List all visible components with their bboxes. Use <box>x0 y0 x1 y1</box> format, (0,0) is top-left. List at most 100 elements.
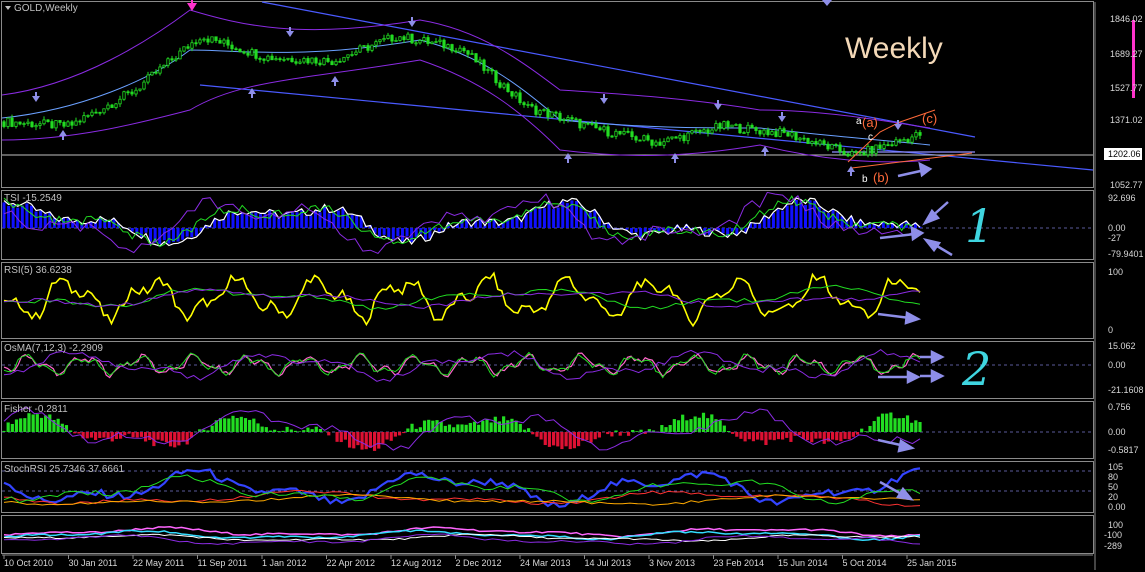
fisher-histogram-bar <box>805 432 810 441</box>
tsi-histogram-bar <box>39 210 43 228</box>
tsi-histogram-bar <box>735 228 739 235</box>
candle-body <box>878 144 882 149</box>
fisher-histogram-bar <box>522 429 527 432</box>
fisher-histogram-bar <box>664 427 668 432</box>
fisher-histogram-bar <box>905 415 910 432</box>
candle-body <box>354 51 358 55</box>
candle-body <box>10 117 14 127</box>
candle-body <box>566 117 570 120</box>
candle-body <box>202 38 206 41</box>
fisher-histogram-bar <box>127 432 131 434</box>
candle-body <box>422 37 426 41</box>
fisher-histogram-bar <box>676 420 681 432</box>
fisher-histogram-bar <box>855 432 860 435</box>
fisher-histogram-bar <box>606 432 610 435</box>
fisher-histogram-bar <box>635 431 639 432</box>
fisher-histogram-bar <box>185 432 189 445</box>
candle-body <box>262 58 266 61</box>
fisher-histogram-bar <box>464 424 468 432</box>
candle-body <box>478 59 482 63</box>
fisher-histogram-bar <box>23 418 27 432</box>
fisher-histogram-bar <box>94 432 98 440</box>
price-label-2: 1689.27 <box>1110 49 1143 59</box>
fisher-histogram-bar <box>31 414 35 432</box>
fisher-histogram-bar <box>27 413 31 432</box>
candle-body <box>502 83 506 88</box>
candle-body <box>210 36 214 43</box>
fisher-histogram-bar <box>514 420 518 432</box>
fisher-histogram-bar <box>593 432 597 440</box>
fisher-histogram-bar <box>298 431 302 432</box>
candle-body <box>294 61 298 64</box>
candle-body <box>902 139 906 142</box>
tsi-histogram-bar <box>341 208 345 228</box>
candle-body <box>642 135 646 141</box>
candle-body <box>550 111 554 118</box>
trading-chart[interactable]: 1846.02 1689.27 1527.77 1371.02 1202.06 … <box>0 0 1145 572</box>
fisher-histogram-bar <box>35 414 39 432</box>
candle-body <box>454 50 458 53</box>
fisher-histogram-bar <box>560 432 564 450</box>
tsi-label-top: 92.696 <box>1108 193 1136 203</box>
fisher-histogram-bar <box>410 423 414 432</box>
tsi-histogram-bar <box>295 212 299 228</box>
candle-body <box>714 123 718 131</box>
candle-body <box>90 111 94 116</box>
candle-body <box>186 46 190 49</box>
tsi-histogram-bar <box>799 201 803 228</box>
fisher-histogram-bar <box>751 432 756 442</box>
candle-body <box>458 47 462 53</box>
candle-body <box>126 91 130 94</box>
stoch-label-1: 105 <box>1108 462 1123 472</box>
fisher-histogram-bar <box>552 432 556 446</box>
candle-body <box>30 121 34 128</box>
fisher-histogram-bar <box>668 425 672 432</box>
candle-body <box>18 121 22 125</box>
fisher-histogram-bar <box>901 418 905 432</box>
candle-body <box>598 127 602 131</box>
tsi-histogram-bar <box>57 221 61 228</box>
fisher-histogram-bar <box>764 432 768 446</box>
candle-body <box>810 141 814 144</box>
candle-body <box>546 109 550 118</box>
fisher-histogram-bar <box>69 430 73 432</box>
fisher-histogram-bar <box>543 432 547 446</box>
candle-body <box>110 104 114 108</box>
fisher-histogram-bar <box>248 419 252 432</box>
fisher-label-zero: 0.00 <box>1108 427 1126 437</box>
candle-body <box>830 144 834 150</box>
candle-body <box>538 110 542 115</box>
candle-body <box>842 150 846 155</box>
fisher-histogram-bar <box>364 432 368 450</box>
candle-body <box>498 82 502 88</box>
candle-body <box>854 151 858 153</box>
fisher-histogram-bar <box>160 432 164 441</box>
candle-body <box>486 68 490 71</box>
candle-body <box>822 140 826 145</box>
tsi-histogram-bar <box>538 209 542 228</box>
fisher-histogram-bar <box>2 430 6 432</box>
date-label: 23 Feb 2014 <box>714 558 765 568</box>
candle-body <box>626 130 630 133</box>
candle-body <box>6 117 10 127</box>
date-label: 5 Oct 2014 <box>843 558 887 568</box>
fisher-histogram-bar <box>785 432 789 438</box>
price-label-current: 1202.06 <box>1108 149 1141 159</box>
fisher-histogram-bar <box>439 421 443 432</box>
window-title: GOLD,Weekly <box>14 3 78 14</box>
fisher-histogram-bar <box>427 419 431 432</box>
fisher-histogram-bar <box>626 432 631 436</box>
fisher-histogram-bar <box>306 427 310 432</box>
fisher-histogram-bar <box>268 430 273 432</box>
candle-body <box>738 124 742 134</box>
tsi-histogram-bar <box>336 210 340 228</box>
tsi-histogram-bar <box>48 212 52 228</box>
wave-b-paren-label: (b) <box>873 170 889 185</box>
fisher-histogram-bar <box>547 432 552 447</box>
candle-body <box>718 123 722 129</box>
tsi-histogram-bar <box>529 211 533 228</box>
candle-body <box>114 103 118 108</box>
fisher-histogram-bar <box>589 432 593 443</box>
fisher-histogram-bar <box>472 421 477 432</box>
candle-body <box>638 139 642 142</box>
